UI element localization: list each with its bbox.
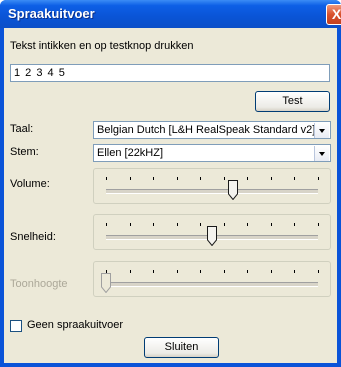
volume-slider[interactable] — [94, 169, 330, 203]
slider-track[interactable] — [106, 189, 318, 194]
slider-tick — [177, 177, 178, 180]
close-window-button[interactable]: X — [326, 4, 341, 25]
test-text-input[interactable]: 1 2 3 4 5 — [10, 64, 330, 82]
slider-tick — [247, 223, 248, 226]
snelheid-label: Snelheid: — [10, 231, 56, 243]
slider-tick — [153, 270, 154, 273]
slider-thumb[interactable] — [228, 180, 238, 201]
slider-tick — [271, 223, 272, 226]
slider-track[interactable] — [106, 282, 318, 287]
slider-tick — [130, 223, 131, 226]
stem-select-value: Ellen [22kHZ] — [97, 147, 164, 159]
geen-spraakuitvoer-checkbox[interactable] — [10, 320, 22, 332]
slider-tick — [271, 177, 272, 180]
slider-tick — [200, 270, 201, 273]
slider-tick — [130, 270, 131, 273]
slider-thumb[interactable] — [101, 273, 111, 294]
volume-slider-frame — [93, 168, 331, 204]
instruction-label: Tekst intikken en op testknop drukken — [10, 40, 194, 52]
slider-tick — [318, 270, 319, 273]
toonhoogte-slider-frame — [93, 261, 331, 297]
test-text-value: 1 2 3 4 5 — [14, 67, 66, 79]
toonhoogte-slider[interactable] — [94, 262, 330, 296]
slider-tick — [294, 177, 295, 180]
window-title: Spraakuitvoer — [8, 6, 95, 21]
slider-tick — [177, 270, 178, 273]
slider-tick — [177, 223, 178, 226]
volume-label: Volume: — [10, 178, 50, 190]
slider-tick — [318, 177, 319, 180]
geen-spraakuitvoer-label: Geen spraakuitvoer — [27, 319, 123, 331]
slider-tick — [106, 223, 107, 226]
toonhoogte-label: Toonhoogte — [10, 278, 68, 290]
slider-tick — [247, 177, 248, 180]
sluiten-button[interactable]: Sluiten — [144, 337, 219, 358]
slider-tick — [247, 270, 248, 273]
slider-tick — [224, 177, 225, 180]
stem-label: Stem: — [10, 146, 39, 158]
taal-select-value: Belgian Dutch [L&H RealSpeak Standard v2… — [97, 124, 316, 136]
snelheid-slider-frame — [93, 214, 331, 250]
title-bar[interactable]: Spraakuitvoer X — [0, 0, 341, 28]
stem-select[interactable]: Ellen [22kHZ] — [93, 144, 331, 162]
slider-tick — [106, 177, 107, 180]
dialog-body: Tekst intikken en op testknop drukken 1 … — [4, 28, 337, 363]
slider-tick — [224, 223, 225, 226]
chevron-down-icon[interactable] — [314, 146, 329, 161]
slider-tick — [224, 270, 225, 273]
dialog-window: Spraakuitvoer X Tekst intikken en op tes… — [0, 0, 341, 367]
slider-tick — [130, 177, 131, 180]
taal-label: Taal: — [10, 123, 34, 135]
chevron-down-icon[interactable] — [314, 123, 329, 138]
snelheid-slider[interactable] — [94, 215, 330, 249]
slider-tick — [271, 270, 272, 273]
test-button[interactable]: Test — [255, 91, 330, 112]
slider-tick — [200, 223, 201, 226]
slider-tick — [153, 177, 154, 180]
slider-tick — [294, 270, 295, 273]
slider-tick — [318, 223, 319, 226]
slider-tick — [200, 177, 201, 180]
slider-tick — [294, 223, 295, 226]
slider-tick — [153, 223, 154, 226]
taal-select[interactable]: Belgian Dutch [L&H RealSpeak Standard v2… — [93, 121, 331, 139]
slider-thumb[interactable] — [207, 226, 217, 247]
